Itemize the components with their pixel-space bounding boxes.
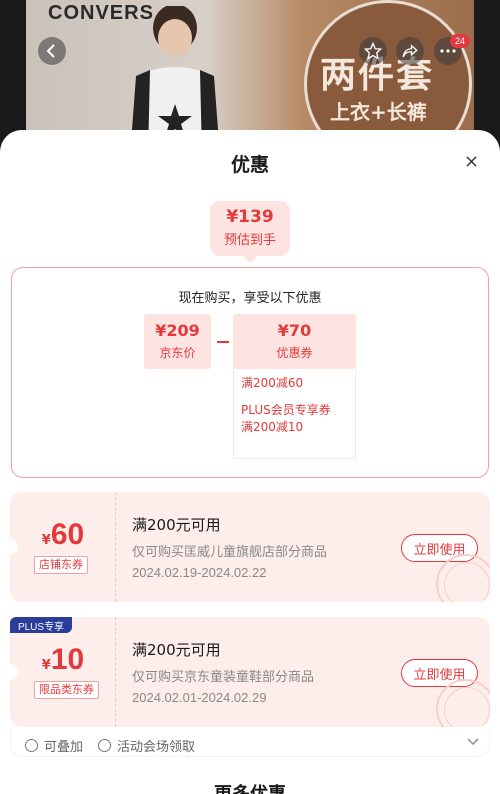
more-offers-title: 更多优惠 xyxy=(0,780,500,794)
coupon-type-tag: 店铺东券 xyxy=(34,556,88,574)
close-icon xyxy=(465,155,477,167)
stackable-note: 可叠加 xyxy=(25,736,83,755)
jd-price-label: 京东价 xyxy=(159,346,196,360)
stackable-label: 可叠加 xyxy=(44,740,84,755)
star-icon xyxy=(364,42,382,60)
currency-symbol: ¥ xyxy=(41,658,51,673)
coupon-value: 60 xyxy=(50,518,85,551)
chevron-down-icon[interactable] xyxy=(467,738,479,746)
coupon-detail-item: PLUS会员专享券 xyxy=(241,403,331,417)
coupon-detail-list: 满200减60 PLUS会员专享券 满200减10 xyxy=(233,369,356,459)
coupon-value-section: ¥10 限品类东券 xyxy=(10,617,116,727)
promo-subtitle: 上衣+长裤 xyxy=(330,100,427,124)
venue-icon xyxy=(98,739,111,752)
estimated-price-label: 预估到手 xyxy=(223,233,276,248)
coupon-date: 2024.02.01-2024.02.29 xyxy=(132,690,267,705)
coupon-value-section: ¥60 店铺东券 xyxy=(10,492,116,602)
more-icon xyxy=(440,49,456,53)
notification-badge: 24 xyxy=(450,34,470,48)
coupon-discount-label: 优惠券 xyxy=(276,346,313,360)
coupon-info-row[interactable]: 可叠加 活动会场领取 xyxy=(10,727,490,757)
back-button[interactable] xyxy=(38,37,66,65)
currency-symbol: ¥ xyxy=(41,533,51,548)
coupon-scope: 仅可购买匡威儿童旗舰店部分商品 xyxy=(132,545,328,560)
coupon-type-tag: 限品类东券 xyxy=(34,681,99,699)
chevron-left-icon xyxy=(46,44,55,58)
venue-label: 活动会场领取 xyxy=(117,740,196,755)
product-banner: CONVERS 两件套 上衣+长裤 24 xyxy=(0,0,500,150)
coupon-value: 10 xyxy=(50,643,85,676)
breakdown-caption: 现在购买，享受以下优惠 xyxy=(178,291,322,306)
coupon-amount: ¥10 xyxy=(10,643,116,677)
share-icon xyxy=(402,44,418,58)
coupon-scope: 仅可购买京东童装童鞋部分商品 xyxy=(132,670,315,685)
favorite-button[interactable] xyxy=(359,37,387,65)
model-figure xyxy=(130,6,220,150)
close-button[interactable] xyxy=(460,150,482,172)
coupon-detail-item: 满200减10 xyxy=(241,420,304,434)
coupon-discount-box: ¥70 优惠券 xyxy=(233,314,356,369)
plus-exclusive-badge: PLUS专享 xyxy=(10,617,72,633)
jd-price-amount: ¥209 xyxy=(155,321,200,340)
coupon-amount: ¥60 xyxy=(10,518,116,552)
sheet-title: 优惠 xyxy=(230,154,269,176)
share-button[interactable] xyxy=(396,37,424,65)
coupon-condition: 满200元可用 xyxy=(132,516,221,534)
stack-icon xyxy=(25,739,38,752)
coupon-condition: 满200元可用 xyxy=(132,641,221,659)
coupon-card: ¥10 限品类东券 满200元可用 仅可购买京东童装童鞋部分商品 2024.02… xyxy=(10,617,490,727)
coupon-card: ¥60 店铺东券 满200元可用 仅可购买匡威儿童旗舰店部分商品 2024.02… xyxy=(10,492,490,602)
jd-price-box: ¥209 京东价 xyxy=(144,314,211,369)
coupon-discount-amount: ¥70 xyxy=(277,321,312,340)
venue-note: 活动会场领取 xyxy=(98,736,195,755)
coupon-detail-item: 满200减60 xyxy=(241,376,304,390)
estimated-price: ¥139 预估到手 xyxy=(210,201,290,256)
estimated-price-amount: ¥139 xyxy=(226,207,274,227)
minus-sign xyxy=(217,341,229,343)
coupon-date: 2024.02.19-2024.02.22 xyxy=(132,565,267,580)
price-pointer xyxy=(243,256,257,263)
